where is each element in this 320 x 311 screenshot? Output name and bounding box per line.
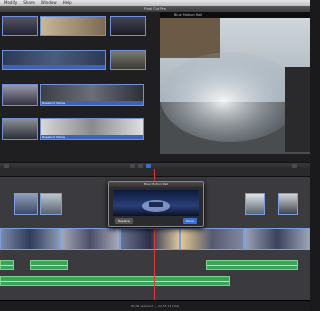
clip-thumbnail[interactable] [110, 16, 146, 36]
clip-thumbnail[interactable] [2, 16, 38, 36]
popover-title: Blue Motion Rail [109, 182, 203, 187]
timeline-clip[interactable] [245, 193, 265, 215]
timeline-ruler[interactable] [0, 169, 310, 177]
clip-thumbnail[interactable] [2, 50, 106, 70]
storyline-clip[interactable] [0, 228, 60, 250]
replace-button[interactable]: Replace [115, 218, 133, 224]
done-button[interactable]: Done [183, 218, 197, 224]
preview-image [142, 200, 170, 212]
storyline-clip[interactable] [120, 228, 180, 250]
tool-button[interactable] [4, 164, 9, 168]
viewer-title: Blue Motion Rail [174, 13, 203, 17]
audio-clip[interactable] [206, 260, 298, 270]
timeline-clip[interactable] [40, 193, 62, 215]
event-browser: Rosebud Yellow Rosebud Yellow [0, 12, 160, 162]
timeline-clip[interactable] [278, 193, 298, 215]
clip-thumbnail[interactable] [110, 50, 146, 70]
audio-clip[interactable] [0, 260, 14, 270]
clip-thumbnail[interactable] [2, 84, 38, 106]
audio-clip[interactable] [30, 260, 68, 270]
clip-thumbnail[interactable]: Rosebud Yellow [40, 118, 144, 140]
storyline-clip[interactable] [180, 228, 244, 250]
storyline-clip[interactable] [60, 228, 120, 250]
viewer-frame [160, 18, 310, 162]
tool-button[interactable] [130, 164, 135, 168]
clip-popover: Blue Motion Rail Replace Done [108, 181, 204, 227]
clip-thumbnail[interactable] [40, 16, 106, 36]
viewer[interactable] [160, 12, 310, 162]
clip-thumbnail[interactable] [2, 118, 38, 140]
audio-clip[interactable] [0, 276, 230, 286]
status-bar: 00:02 selected — 02:53:13 total [0, 300, 310, 311]
tool-button[interactable] [146, 164, 151, 168]
storyline-clip[interactable] [244, 228, 310, 250]
timeline-clip[interactable] [14, 193, 38, 215]
popover-preview [113, 190, 199, 216]
tool-button[interactable] [138, 164, 143, 168]
clip-thumbnail[interactable]: Rosebud Yellow [40, 84, 144, 106]
tool-button[interactable] [292, 164, 297, 168]
